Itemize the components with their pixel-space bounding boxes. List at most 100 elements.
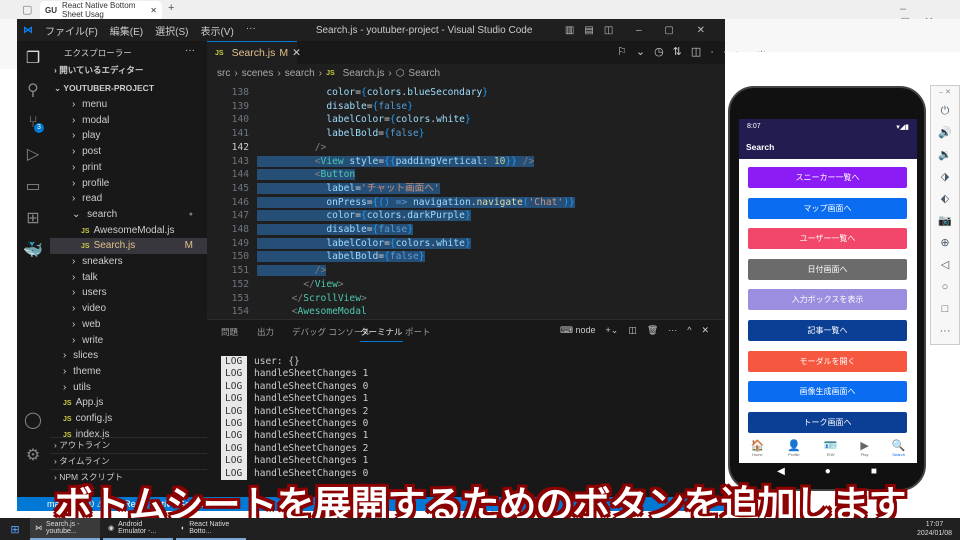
source-control-icon[interactable]: ⑂ 3 bbox=[23, 113, 44, 133]
taskbar-app[interactable]: ⋈ Search.js - youtube... bbox=[30, 518, 100, 540]
zoom-icon[interactable]: ⊕ bbox=[931, 232, 959, 254]
taskbar-app[interactable]: ◉ Android Emulator -... bbox=[103, 518, 173, 540]
rotate-left-icon[interactable]: ⬗ bbox=[931, 166, 959, 188]
nav-tab-search[interactable]: 🔍 Search bbox=[892, 439, 906, 463]
overview-icon[interactable]: □ bbox=[931, 298, 959, 320]
breadcrumb-item[interactable]: Search bbox=[408, 68, 440, 79]
search-icon[interactable]: ⚲ bbox=[23, 81, 43, 101]
tree-item[interactable]: › print bbox=[50, 160, 207, 176]
tree-item[interactable]: › modal bbox=[50, 113, 207, 129]
tree-item[interactable]: › play bbox=[50, 128, 207, 144]
camera-icon[interactable]: 📷 bbox=[931, 210, 959, 232]
emulator-window-controls[interactable]: – ✕ bbox=[931, 86, 959, 100]
maximize-panel-icon[interactable]: ^ bbox=[687, 325, 691, 336]
screen-button[interactable]: マップ画面へ bbox=[748, 197, 907, 219]
code-line[interactable]: 143 <View style={{paddingVertical: 10}} … bbox=[207, 155, 725, 169]
extensions-icon[interactable]: ⊞ bbox=[23, 209, 43, 229]
code-line[interactable]: 148 disable={false} bbox=[207, 223, 725, 237]
layout-controls[interactable]: ▥▤◫ – ▢ ✕ bbox=[565, 25, 715, 36]
screen-button[interactable]: モーダルを開く bbox=[748, 350, 907, 372]
taskbar-app[interactable]: ◐ React Native Botto... bbox=[176, 518, 246, 540]
code-line[interactable]: 144 <Button bbox=[207, 168, 725, 182]
start-icon[interactable]: ⊞ bbox=[0, 523, 30, 536]
back-icon[interactable]: ◁ bbox=[931, 254, 959, 276]
code-line[interactable]: 140 labelColor={colors.white} bbox=[207, 113, 725, 127]
tab-actions-icon[interactable]: ▢ bbox=[22, 3, 32, 16]
close-tab-icon[interactable]: ✕ bbox=[292, 47, 301, 59]
explorer-icon[interactable]: ❐ bbox=[23, 49, 43, 69]
more-icon[interactable]: ··· bbox=[931, 320, 959, 342]
split-terminal-icon[interactable]: ◫ bbox=[628, 325, 637, 336]
volume-up-icon[interactable]: 🔊 bbox=[931, 122, 959, 144]
home-icon[interactable]: ○ bbox=[931, 276, 959, 298]
code-line[interactable]: 147 color={colors.darkPurple} bbox=[207, 209, 725, 223]
terminal-selector[interactable]: ⌨ node bbox=[560, 325, 596, 336]
breadcrumb-item[interactable]: src bbox=[217, 68, 230, 79]
tree-item[interactable]: JS config.js bbox=[50, 411, 207, 427]
menu-item[interactable]: 表示(V) bbox=[200, 23, 233, 38]
tree-item[interactable]: JS Search.js M bbox=[50, 238, 207, 254]
code-line[interactable]: 145 label='チャット画面へ' bbox=[207, 182, 725, 196]
power-icon[interactable]: ⏻ bbox=[931, 100, 959, 122]
tree-item[interactable]: › read bbox=[50, 191, 207, 207]
nav-tab-play[interactable]: ▶ Play bbox=[860, 439, 868, 463]
code-line[interactable]: 138 color={colors.blueSecondary} bbox=[207, 86, 725, 100]
screen-button[interactable]: スニーカー一覧へ bbox=[748, 167, 907, 188]
tree-item[interactable]: › utils bbox=[50, 380, 207, 396]
project-section[interactable]: ⌄ YOUTUBER-PROJECT bbox=[50, 81, 207, 97]
code-line[interactable]: 142 /> bbox=[207, 141, 725, 155]
timeline-section[interactable]: › タイムライン bbox=[50, 453, 207, 469]
menu-item[interactable]: ファイル(F) bbox=[45, 23, 98, 38]
browser-tab[interactable]: GU React Native Bottom Sheet Usag ✕ bbox=[40, 1, 162, 19]
more-actions-icon[interactable]: ··· bbox=[185, 45, 195, 56]
new-tab-icon[interactable]: + bbox=[168, 2, 174, 14]
volume-down-icon[interactable]: 🔉 bbox=[931, 144, 959, 166]
open-editors-section[interactable]: › 開いているエディター bbox=[50, 63, 207, 79]
breadcrumb-item[interactable]: search bbox=[285, 68, 315, 79]
code-line[interactable]: 146 onPress={() => navigation.navigate('… bbox=[207, 196, 725, 210]
docker-icon[interactable]: 🐳 bbox=[23, 241, 43, 261]
panel-tab[interactable]: 出力 bbox=[257, 326, 274, 338]
tree-item[interactable]: › post bbox=[50, 144, 207, 160]
code-line[interactable]: 149 labelColor={colors.white} bbox=[207, 237, 725, 251]
menu-item[interactable]: ··· bbox=[246, 23, 256, 38]
tree-item[interactable]: › web bbox=[50, 317, 207, 333]
tree-item[interactable]: › video bbox=[50, 301, 207, 317]
tree-item[interactable]: JS App.js bbox=[50, 395, 207, 411]
new-terminal-icon[interactable]: +⌄ bbox=[606, 325, 619, 336]
panel-tab[interactable]: ターミナル bbox=[360, 326, 403, 342]
menu-item[interactable]: 編集(E) bbox=[110, 23, 143, 38]
tree-item[interactable]: › talk bbox=[50, 270, 207, 286]
screen-button[interactable]: トーク画面へ bbox=[748, 411, 907, 433]
code-line[interactable]: 154 <AwesomeModal bbox=[207, 305, 725, 319]
panel-tab[interactable]: 問題 bbox=[221, 326, 238, 338]
screen-button[interactable]: 入力ボックスを表示 bbox=[748, 289, 907, 311]
panel-tab[interactable]: ポート bbox=[405, 326, 431, 338]
editor-actions[interactable]: ⚐⌄◷⇅◫··· bbox=[617, 45, 748, 58]
more-icon[interactable]: ··· bbox=[668, 325, 677, 336]
clock-time[interactable]: 17:07 bbox=[926, 521, 944, 528]
clock-date[interactable]: 2024/01/08 bbox=[917, 530, 952, 537]
nav-tab-rw[interactable]: 🪪 R/W bbox=[824, 439, 838, 463]
tree-item[interactable]: › slices bbox=[50, 348, 207, 364]
remote-explorer-icon[interactable]: ▭ bbox=[23, 177, 43, 197]
close-tab-icon[interactable]: ✕ bbox=[150, 6, 157, 15]
menu-item[interactable]: 選択(S) bbox=[155, 23, 188, 38]
outline-section[interactable]: › アウトライン bbox=[50, 437, 207, 453]
terminal-output[interactable]: LOG user: {} LOG handleSheetChanges 1 LOG han… bbox=[221, 356, 368, 480]
tree-item[interactable]: › write bbox=[50, 333, 207, 349]
breadcrumb-item[interactable]: scenes bbox=[242, 68, 274, 79]
trash-icon[interactable]: 🗑 bbox=[647, 325, 658, 336]
run-debug-icon[interactable]: ▷ bbox=[23, 145, 43, 165]
tree-item[interactable]: ⌄ search ● bbox=[50, 207, 207, 223]
tree-item[interactable]: › profile bbox=[50, 176, 207, 192]
nav-tab-profile[interactable]: 👤 Profile bbox=[787, 439, 801, 463]
account-icon[interactable]: ◯ bbox=[23, 411, 43, 431]
tree-item[interactable]: › users bbox=[50, 285, 207, 301]
breadcrumb-item[interactable]: Search.js bbox=[343, 68, 385, 79]
tree-item[interactable]: › sneakers bbox=[50, 254, 207, 270]
screen-button[interactable]: 日付画面へ bbox=[748, 258, 907, 280]
tab-search-js[interactable]: JS Search.js M ✕ bbox=[207, 41, 301, 64]
tree-item[interactable]: › menu bbox=[50, 97, 207, 113]
code-line[interactable]: 151 /> bbox=[207, 264, 725, 278]
